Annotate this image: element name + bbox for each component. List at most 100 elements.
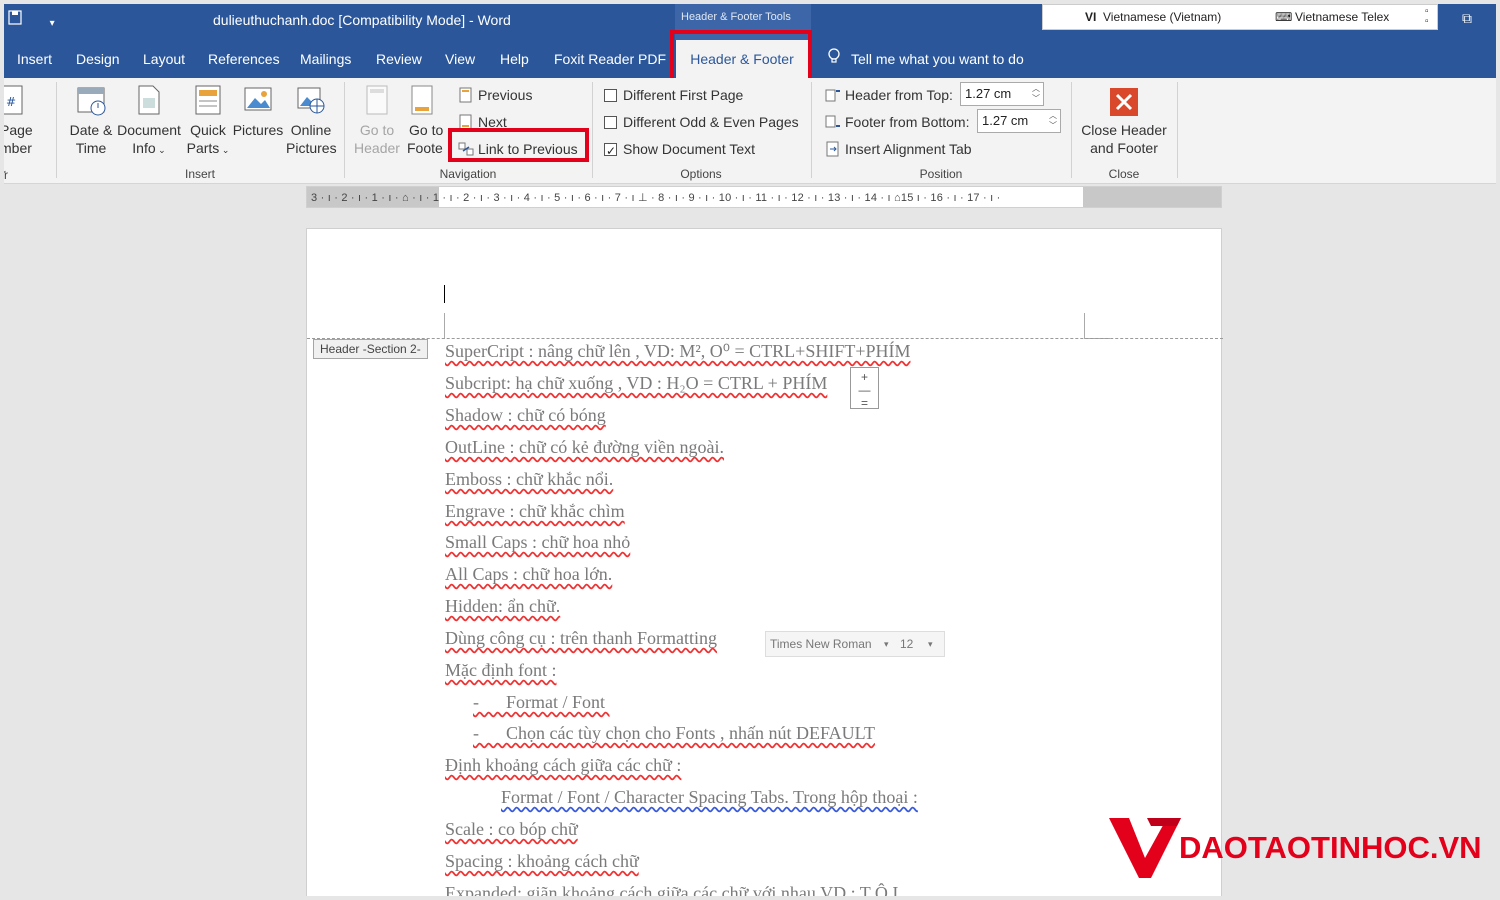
date-time-label-2: Time (75, 140, 107, 156)
online-pictures-icon (297, 87, 325, 114)
go-to-header-button[interactable]: Go to Header (352, 84, 402, 157)
online-pictures-label-2: Pictures (286, 140, 337, 156)
customize-qat-icon[interactable]: ▾ (50, 18, 55, 29)
group-separator (56, 82, 57, 178)
pictures-button[interactable]: Pictures (231, 84, 285, 139)
keyboard-icon: ⌨ (1275, 10, 1293, 24)
close-icon (1110, 88, 1138, 116)
input-method[interactable]: Vietnamese Telex (1295, 10, 1389, 24)
document-info-button[interactable]: Document Info ⌄ (116, 84, 182, 159)
quick-parts-button[interactable]: Quick Parts ⌄ (186, 84, 230, 159)
margin-corner-mark (1084, 313, 1085, 339)
ribbon: # Page mber ⌄ r Date & Time Document Inf… (4, 78, 1496, 184)
go-to-header-label-2: Header (354, 140, 400, 156)
tab-help[interactable]: Help (492, 40, 537, 78)
page-number-button[interactable]: # Page mber ⌄ (4, 84, 40, 179)
word-window: ▾ dulieuthuchanh.doc [Compatibility Mode… (4, 4, 1496, 896)
tab-design[interactable]: Design (68, 40, 128, 78)
spinner-arrows-icon[interactable]: ︿ ﹀ (1032, 84, 1040, 104)
header-from-top-label: Header from Top: (845, 87, 953, 103)
quick-parts-icon (195, 85, 221, 115)
header-boundary (307, 338, 1223, 339)
horizontal-ruler[interactable]: 3 · ı · 2 · ı · 1 · ı · ⌂ · ı · 1 · ı · … (306, 186, 1222, 208)
doc-line: Định khoảng cách giữa các chữ : (445, 755, 682, 775)
logo-mark-icon: DAOTAOTINHOC.VN (1109, 818, 1482, 878)
tab-references[interactable]: References (200, 40, 288, 78)
spinner-arrows-icon[interactable]: ︿ ﹀ (1049, 111, 1057, 131)
doc-line: Format / Font / Character Spacing Tabs. … (501, 787, 918, 807)
tell-me-text[interactable]: Tell me what you want to do (851, 51, 1024, 67)
tell-me-search[interactable]: Tell me what you want to do (827, 40, 1024, 78)
language-bar-options-icon[interactable]: ▫ ▫ (1425, 7, 1429, 27)
different-first-page-label: Different First Page (623, 87, 744, 103)
tab-review[interactable]: Review (368, 40, 430, 78)
group-separator (1177, 82, 1178, 178)
footer-from-bottom-label: Footer from Bottom: (845, 114, 970, 130)
tab-layout[interactable]: Layout (135, 40, 193, 78)
footer-from-bottom-value[interactable]: 1.27 cm (982, 113, 1028, 128)
doc-line: Expanded: giãn khoảng cách giữa các chữ … (445, 883, 899, 896)
tab-view[interactable]: View (437, 40, 483, 78)
tab-insert[interactable]: Insert (9, 40, 60, 78)
font-size: 12 (900, 637, 914, 651)
position-group-label: Position (919, 167, 963, 181)
group-separator (344, 82, 345, 178)
ribbon-display-options-icon[interactable]: ⧉ (1462, 10, 1472, 27)
daotaotinhoc-logo: DAOTAOTINHOC.VN (1107, 814, 1496, 884)
go-to-header-label-1: Go to (359, 122, 395, 138)
header-from-top-label-wrap: Header from Top: (825, 84, 953, 106)
go-to-footer-label-2: Foote (407, 140, 443, 156)
footer-from-bottom-label-wrap: Footer from Bottom: (825, 111, 969, 133)
go-to-footer-button[interactable]: Go to Foote (405, 84, 449, 157)
picture-icon (244, 87, 272, 111)
quick-access-toolbar[interactable]: ▾ (8, 10, 55, 29)
different-odd-even-checkbox[interactable]: Different Odd & Even Pages (604, 111, 799, 133)
window-title: dulieuthuchanh.doc [Compatibility Mode] … (213, 12, 511, 28)
doc-line: - Chọn các tùy chọn cho Fonts , nhấn nút… (473, 723, 875, 743)
doc-line: Subcript: hạ chữ xuống , VD : H₂O = CTRL… (445, 373, 828, 393)
date-time-button[interactable]: Date & Time (66, 84, 116, 157)
chevron-down-icon: ⌄ (155, 145, 166, 155)
chevron-down-icon: ▾ (928, 639, 933, 649)
document-info-label-2: Info (132, 140, 156, 156)
tab-foxit-reader-pdf[interactable]: Foxit Reader PDF (546, 40, 674, 78)
show-document-text-checkbox[interactable]: Show Document Text (604, 138, 755, 162)
footer-from-bottom-input[interactable]: 1.27 cm ︿ ﹀ (977, 109, 1061, 133)
close-group-label: Close (1108, 167, 1140, 181)
checkbox-unchecked[interactable] (604, 89, 617, 102)
previous-label: Previous (478, 87, 533, 103)
lightbulb-icon (827, 40, 841, 78)
group-separator (811, 82, 812, 178)
tab-mailings[interactable]: Mailings (292, 40, 359, 78)
text-cursor (444, 285, 445, 303)
go-to-header-icon (366, 85, 388, 115)
save-icon[interactable] (8, 10, 24, 26)
ruler-numbers: 3 · ı · 2 · ı · 1 · ı · ⌂ · ı · 1 · ı · … (311, 192, 1001, 204)
insert-alignment-tab-label: Insert Alignment Tab (845, 141, 972, 157)
insert-alignment-tab-button[interactable]: Insert Alignment Tab (825, 138, 972, 160)
checkbox-unchecked[interactable] (604, 116, 617, 129)
language-name[interactable]: Vietnamese (Vietnam) (1103, 10, 1221, 24)
header-section-tag: Header -Section 2- (313, 339, 428, 359)
footer-position-icon (825, 115, 840, 128)
previous-section-icon (459, 87, 472, 103)
font-name: Times New Roman (770, 637, 872, 651)
header-from-top-input[interactable]: 1.27 cm ︿ ﹀ (960, 82, 1044, 106)
previous-button[interactable]: Previous (458, 84, 532, 106)
header-from-top-value[interactable]: 1.27 cm (965, 86, 1011, 101)
close-header-footer-button[interactable]: Close Header and Footer (1078, 84, 1170, 157)
document-page[interactable]: Header -Section 2- SuperCript : nâng chữ… (306, 228, 1223, 896)
doc-line: Mặc định font : (445, 660, 557, 680)
page-number-icon: # (4, 85, 23, 115)
ruler-margin-right (1083, 187, 1221, 207)
layout-options-icon[interactable]: + — = (850, 367, 879, 410)
online-pictures-button[interactable]: Online Pictures (286, 84, 337, 157)
language-bar[interactable]: VI Vietnamese (Vietnam) ⌨ Vietnamese Tel… (1042, 4, 1438, 30)
group-separator (1071, 82, 1072, 178)
different-first-page-checkbox[interactable]: Different First Page (604, 84, 743, 106)
page-number-label-2: mber (4, 140, 32, 156)
options-group-label: Options (680, 167, 722, 181)
doc-line: SuperCript : nâng chữ lên , VD: M², O⁰ =… (445, 341, 911, 361)
doc-line: Small Caps : chữ hoa nhỏ (445, 532, 631, 552)
checkbox-checked[interactable] (604, 140, 617, 162)
